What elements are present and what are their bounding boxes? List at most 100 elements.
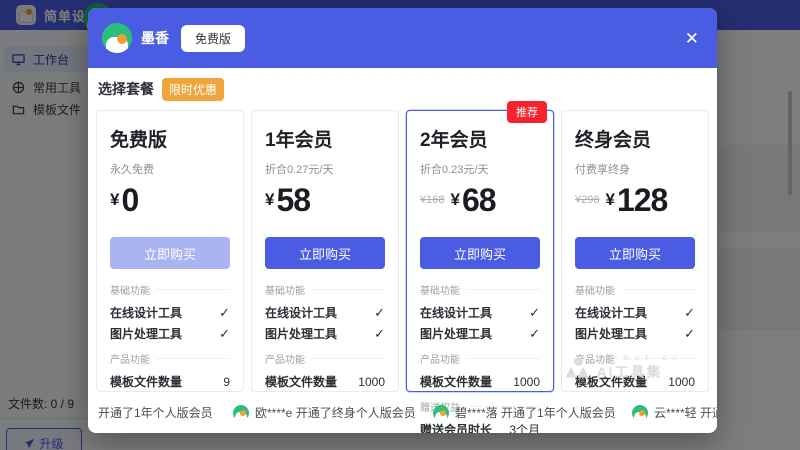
feature-row: 模板文件数量 1000 xyxy=(265,371,385,392)
feature-row: 模板文件数量 9 xyxy=(110,371,230,392)
plans-row: 免费版 永久免费 ¥ 0 立即购买 基础功能 在线设计工具 ✓ 图片处理工具 ✓… xyxy=(88,110,717,392)
feature-row: 图片处理工具 ✓ xyxy=(265,323,385,344)
buy-button[interactable]: 立即购买 xyxy=(110,237,230,269)
close-icon[interactable]: ✕ xyxy=(681,26,703,51)
feature-section-title: 产品功能 xyxy=(265,351,385,366)
tab-choose-plan[interactable]: 选择套餐 xyxy=(98,79,154,99)
buy-button[interactable]: 立即购买 xyxy=(420,237,540,269)
ticker-text: 云****轻 开通 xyxy=(654,404,717,421)
plan-price-row: ¥ 0 xyxy=(110,179,230,221)
purchase-ticker: 开通了1年个人版会员 欧****e 开通了终身个人版会员 碧****落 开通了1… xyxy=(88,392,717,433)
plan-price: 58 xyxy=(276,182,310,219)
ticker-item: 欧****e 开通了终身个人版会员 xyxy=(233,404,416,421)
feature-section-title: 产品功能 xyxy=(110,351,230,366)
feature-label: 图片处理工具 xyxy=(575,325,647,342)
plan-subtitle: 永久免费 xyxy=(110,161,230,177)
feature-label: 模板文件数量 xyxy=(110,373,182,390)
plan-name: 2年会员 xyxy=(420,125,540,152)
plan-currency: ¥ xyxy=(450,190,459,210)
feature-value: 1000 xyxy=(358,375,385,389)
feature-section-title: 基础功能 xyxy=(110,282,230,297)
plan-name: 1年会员 xyxy=(265,125,385,152)
user-avatar xyxy=(233,405,249,421)
feature-value: ✓ xyxy=(219,305,230,321)
feature-value: 1000 xyxy=(668,375,695,389)
plan-tab-row: 选择套餐 限时优惠 xyxy=(88,68,717,110)
ticker-text: 欧****e 开通了终身个人版会员 xyxy=(255,404,416,421)
feature-label: 在线设计工具 xyxy=(110,304,182,321)
ticker-text: 碧****落 开通了1年个人版会员 xyxy=(455,404,616,421)
feature-value: ✓ xyxy=(374,305,385,321)
feature-row: 图片处理工具 ✓ xyxy=(420,323,540,344)
screen: 简单设计 工作台 常用工具 模板文件 文件数: 0 / 9 升级 xyxy=(0,0,800,450)
ticker-item: 云****轻 开通 xyxy=(632,404,717,421)
feature-section-title: 基础功能 xyxy=(265,282,385,297)
plan-card[interactable]: 1年会员 折合0.27元/天 ¥ 58 立即购买 基础功能 在线设计工具 ✓ 图… xyxy=(251,110,399,392)
feature-label: 模板文件数量 xyxy=(420,373,492,390)
feature-label: 在线设计工具 xyxy=(265,304,337,321)
feature-label: 模板文件数量 xyxy=(265,373,337,390)
plan-price: 128 xyxy=(617,182,667,219)
limited-offer-badge: 限时优惠 xyxy=(162,78,224,101)
user-avatar xyxy=(632,405,648,421)
feature-row: 模板文件数量 1000 xyxy=(420,371,540,392)
feature-row: 模板文件数量 1000 xyxy=(575,371,695,392)
plan-price-row: ¥298 ¥ 128 xyxy=(575,179,695,221)
ticker-item: 开通了1年个人版会员 xyxy=(98,404,213,421)
feature-label: 在线设计工具 xyxy=(575,304,647,321)
feature-label: 在线设计工具 xyxy=(420,304,492,321)
feature-row: 在线设计工具 ✓ xyxy=(110,302,230,323)
feature-label: 图片处理工具 xyxy=(110,325,182,342)
user-avatar xyxy=(102,23,132,53)
plan-features: 基础功能 在线设计工具 ✓ 图片处理工具 ✓ 产品功能 模板文件数量 1000 xyxy=(575,282,695,392)
plan-card[interactable]: 推荐 2年会员 折合0.23元/天 ¥168 ¥ 68 立即购买 基础功能 在线… xyxy=(406,110,554,392)
feature-section-title: 产品功能 xyxy=(575,351,695,366)
plan-price: 0 xyxy=(121,182,138,219)
feature-value: ✓ xyxy=(529,326,540,342)
feature-value: ✓ xyxy=(219,326,230,342)
recommended-badge: 推荐 xyxy=(507,101,547,123)
feature-value: 1000 xyxy=(513,375,540,389)
plan-subtitle: 付费享终身 xyxy=(575,161,695,177)
feature-value: ✓ xyxy=(529,305,540,321)
feature-row: 在线设计工具 ✓ xyxy=(575,302,695,323)
feature-value: ✓ xyxy=(374,326,385,342)
feature-section-title: 基础功能 xyxy=(420,282,540,297)
feature-row: 图片处理工具 ✓ xyxy=(110,323,230,344)
plan-currency: ¥ xyxy=(265,190,274,210)
plan-features: 基础功能 在线设计工具 ✓ 图片处理工具 ✓ 产品功能 模板文件数量 1000 xyxy=(265,282,385,392)
feature-section-title: 基础功能 xyxy=(575,282,695,297)
plan-card[interactable]: 终身会员 付费享终身 ¥298 ¥ 128 立即购买 基础功能 在线设计工具 ✓… xyxy=(561,110,709,392)
feature-value: ✓ xyxy=(684,326,695,342)
feature-value: ✓ xyxy=(684,305,695,321)
pricing-modal: 墨香 免费版 ✕ 选择套餐 限时优惠 免费版 永久免费 ¥ 0 立即购买 基础功… xyxy=(88,8,717,433)
feature-row: 在线设计工具 ✓ xyxy=(420,302,540,323)
user-name: 墨香 xyxy=(141,28,169,48)
plan-price: 68 xyxy=(462,182,496,219)
plan-price-row: ¥168 ¥ 68 xyxy=(420,179,540,221)
feature-row: 图片处理工具 ✓ xyxy=(575,323,695,344)
plan-name: 免费版 xyxy=(110,125,230,152)
feature-section-title: 产品功能 xyxy=(420,351,540,366)
buy-button[interactable]: 立即购买 xyxy=(575,237,695,269)
feature-label: 图片处理工具 xyxy=(265,325,337,342)
feature-value: 9 xyxy=(223,375,230,389)
current-plan-badge[interactable]: 免费版 xyxy=(181,25,245,52)
modal-header: 墨香 免费版 ✕ xyxy=(88,8,717,68)
buy-button[interactable]: 立即购买 xyxy=(265,237,385,269)
plan-currency: ¥ xyxy=(110,190,119,210)
ticker-text: 开通了1年个人版会员 xyxy=(98,404,213,421)
plan-card[interactable]: 免费版 永久免费 ¥ 0 立即购买 基础功能 在线设计工具 ✓ 图片处理工具 ✓… xyxy=(96,110,244,392)
plan-price-row: ¥ 58 xyxy=(265,179,385,221)
plan-name: 终身会员 xyxy=(575,125,695,152)
user-avatar xyxy=(433,405,449,421)
plan-original-price: ¥298 xyxy=(575,194,599,206)
feature-label: 模板文件数量 xyxy=(575,373,647,390)
plan-subtitle: 折合0.27元/天 xyxy=(265,161,385,177)
plan-subtitle: 折合0.23元/天 xyxy=(420,161,540,177)
plan-original-price: ¥168 xyxy=(420,194,444,206)
feature-row: 在线设计工具 ✓ xyxy=(265,302,385,323)
ticker-item: 碧****落 开通了1年个人版会员 xyxy=(433,404,616,421)
plan-features: 基础功能 在线设计工具 ✓ 图片处理工具 ✓ 产品功能 模板文件数量 9 xyxy=(110,282,230,392)
plan-currency: ¥ xyxy=(605,190,614,210)
